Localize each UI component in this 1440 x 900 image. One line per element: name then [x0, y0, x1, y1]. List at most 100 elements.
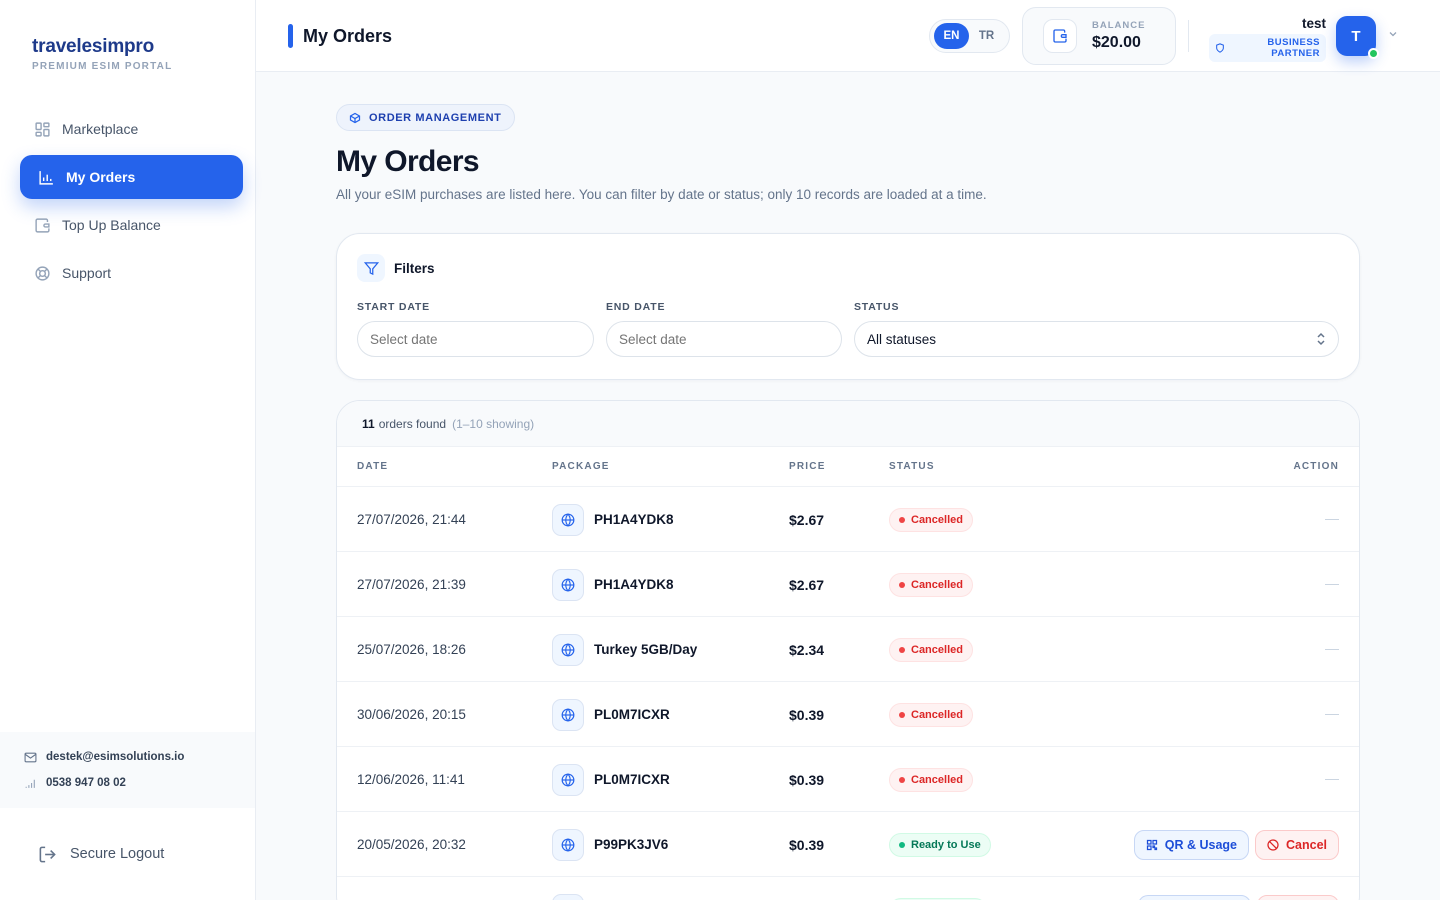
order-date: 27/07/2026, 21:44	[357, 512, 466, 527]
logout-icon	[38, 844, 58, 864]
column-header-status: STATUS	[889, 461, 935, 472]
box-icon	[349, 112, 361, 124]
status-badge: Cancelled	[889, 767, 973, 792]
order-status: Cancelled	[889, 747, 973, 812]
order-status: Cancelled	[889, 552, 973, 617]
topbar-title-text: My Orders	[303, 25, 393, 46]
order-status: Cancelled	[889, 682, 973, 747]
topbar-title: My Orders	[288, 24, 392, 48]
no-action-dash	[1325, 519, 1339, 520]
contact-phone[interactable]: 0538 947 08 02	[24, 776, 255, 790]
avatar[interactable]: T	[1336, 16, 1379, 59]
end-date-label: END DATE	[606, 301, 666, 313]
contact-email[interactable]: destek@esimsolutions.io	[24, 750, 255, 764]
no-action-dash	[1325, 649, 1339, 650]
package-name: PL0M7ICXR	[594, 772, 670, 787]
status-text: Ready to Use	[911, 838, 981, 851]
brand-subtitle: PREMIUM ESIM PORTAL	[32, 61, 173, 72]
brand-name: travelesimpro	[32, 36, 155, 57]
brand-logo[interactable]: travelesimpro PREMIUM ESIM PORTAL	[32, 36, 172, 72]
package-name: PH1A4YDK8	[594, 577, 674, 592]
user-info: test BUSINESS PARTNER	[1209, 16, 1326, 62]
language-tr-button[interactable]: TR	[969, 23, 1004, 49]
status-badge: Cancelled	[889, 702, 973, 727]
status-text: Cancelled	[911, 643, 963, 656]
table-row: 12/06/2026, 11:41 PL0M7ICXR $0.39 Cancel…	[337, 747, 1359, 812]
cancel-order-button[interactable]: Cancel	[1255, 829, 1339, 860]
page-description: All your eSIM purchases are listed here.…	[336, 187, 987, 202]
shield-icon	[1215, 43, 1225, 53]
ban-icon	[1267, 838, 1279, 851]
grid-icon	[33, 120, 51, 138]
status-select[interactable]: All statuses	[854, 321, 1339, 357]
order-action	[1325, 747, 1339, 812]
cancel-order-label: Cancel	[1286, 837, 1327, 852]
column-header-price: PRICE	[789, 461, 826, 472]
contact-phone-text: 0538 947 08 02	[46, 777, 126, 789]
orders-count: 11	[362, 416, 375, 431]
user-name: test	[1301, 16, 1326, 31]
balance-value: $20.00	[1092, 34, 1141, 51]
status-text: Cancelled	[911, 578, 963, 591]
partner-badge-text: BUSINESS PARTNER	[1267, 37, 1320, 59]
top-bar: My Orders EN TR BALANCE $20.00 test BUSI…	[256, 0, 1440, 72]
order-price: $0.39	[789, 836, 825, 853]
order-action	[1325, 682, 1339, 747]
no-action-dash	[1325, 779, 1339, 780]
cancel-order-button[interactable]	[1257, 894, 1339, 900]
end-date-input[interactable]	[606, 321, 842, 357]
order-package: P99PK3JV6	[552, 812, 668, 877]
orders-summary: 11 orders found (1–10 showing)	[337, 401, 1359, 447]
order-package: PH1A4YDK8	[552, 487, 674, 552]
sidebar-nav: Marketplace My Orders Top Up Balance Sup…	[20, 107, 243, 299]
language-en-button[interactable]: EN	[934, 23, 969, 49]
orders-count-text: orders found	[378, 416, 447, 431]
sidebar-item-my-orders[interactable]: My Orders	[20, 155, 243, 199]
qr-usage-button[interactable]	[1138, 894, 1251, 900]
globe-icon	[552, 503, 584, 536]
order-action	[1132, 877, 1339, 900]
order-package	[552, 877, 594, 900]
sidebar-item-support[interactable]: Support	[20, 251, 243, 295]
order-date: 25/07/2026, 18:26	[357, 642, 466, 657]
partner-badge: BUSINESS PARTNER	[1209, 34, 1326, 62]
sidebar: travelesimpro PREMIUM ESIM PORTAL Market…	[0, 0, 256, 900]
table-header: DATE PACKAGE PRICE STATUS ACTION	[337, 447, 1359, 487]
column-header-package: PACKAGE	[552, 461, 610, 472]
status-dot	[899, 776, 905, 783]
column-header-action: ACTION	[1293, 461, 1339, 472]
start-date-input[interactable]	[357, 321, 594, 357]
order-action	[1325, 617, 1339, 682]
globe-icon	[552, 828, 584, 861]
logout-button[interactable]: Secure Logout	[38, 844, 164, 864]
section-badge-text: ORDER MANAGEMENT	[369, 111, 502, 124]
sidebar-item-label: Marketplace	[62, 121, 139, 137]
order-action	[1325, 487, 1339, 552]
sidebar-item-top-up-balance[interactable]: Top Up Balance	[20, 203, 243, 247]
status-badge: Ready to Use	[889, 832, 991, 857]
order-price: $0.39	[789, 771, 825, 788]
qr-usage-button[interactable]: QR & Usage	[1133, 829, 1249, 860]
table-row: 30/06/2026, 20:15 PL0M7ICXR $0.39 Cancel…	[337, 682, 1359, 747]
sidebar-item-label: Top Up Balance	[62, 217, 161, 233]
sidebar-item-label: Support	[62, 265, 112, 281]
order-date: 20/05/2026, 20:32	[357, 837, 466, 852]
status-label: STATUS	[854, 301, 900, 313]
status-dot	[899, 841, 905, 848]
page-title: My Orders	[336, 145, 480, 178]
sidebar-item-marketplace[interactable]: Marketplace	[20, 107, 243, 151]
logout-label: Secure Logout	[70, 846, 165, 862]
table-row: 25/07/2026, 18:26 Turkey 5GB/Day $2.34 C…	[337, 617, 1359, 682]
chevron-down-icon[interactable]	[1387, 28, 1399, 40]
wallet-icon	[1043, 19, 1077, 53]
table-row	[337, 877, 1359, 900]
globe-icon	[552, 763, 584, 796]
balance-widget[interactable]: BALANCE $20.00	[1022, 7, 1176, 65]
wallet-icon	[33, 216, 51, 234]
table-row: 27/07/2026, 21:39 PH1A4YDK8 $2.67 Cancel…	[337, 552, 1359, 617]
status-dot	[899, 516, 905, 523]
order-status	[889, 877, 987, 900]
order-date: 30/06/2026, 20:15	[357, 707, 466, 722]
table-row: 27/07/2026, 21:44 PH1A4YDK8 $2.67 Cancel…	[337, 487, 1359, 552]
filter-icon	[357, 254, 385, 282]
